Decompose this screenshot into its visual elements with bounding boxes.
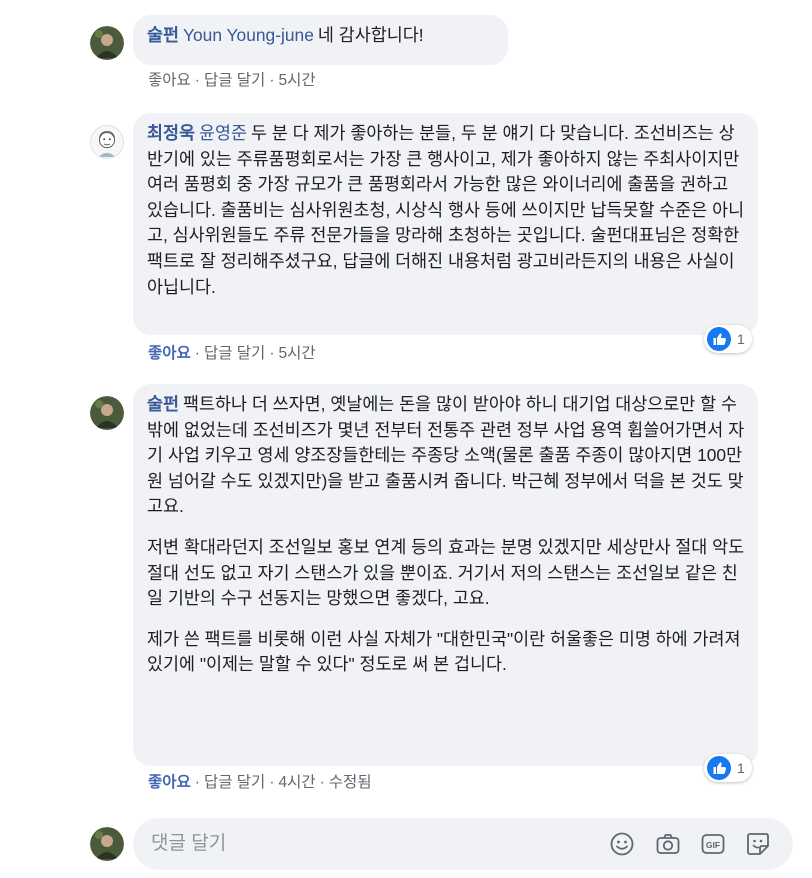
comment-input[interactable] (151, 818, 571, 870)
separator: · (269, 345, 275, 362)
comment-paragraph: 최정욱 윤영준 두 분 다 제가 좋아하는 분들, 두 분 얘기 다 맞습니다. 조… (147, 121, 746, 300)
timestamp[interactable]: 5시간 (278, 345, 315, 362)
sticker-icon[interactable] (745, 831, 771, 857)
comment-mention[interactable]: 윤영준 (199, 123, 247, 143)
like-reaction-icon (707, 327, 731, 351)
avatar-current-user[interactable] (90, 827, 124, 861)
like-link[interactable]: 좋아요 (148, 72, 191, 89)
comment-paragraph: 술펀 팩트하나 더 쓰자면, 옛날에는 돈을 많이 받아야 하니 대기업 대상으로… (147, 392, 746, 520)
separator: · (269, 72, 275, 89)
timestamp[interactable]: 4시간 (278, 774, 315, 791)
separator: · (194, 774, 200, 791)
comment-text: 네 감사합니다! (317, 25, 424, 45)
comment-text: 두 분 다 제가 좋아하는 분들, 두 분 얘기 다 맞습니다. 조선비즈는 상… (147, 123, 745, 297)
reply-link[interactable]: 답글 달기 (204, 72, 265, 89)
comment-actions-3: 좋아요 · 답글 달기 · 4시간 · 수정됨 (148, 770, 372, 792)
separator: · (194, 345, 200, 362)
reaction-count: 1 (737, 760, 745, 776)
separator: · (194, 72, 200, 89)
reaction-summary[interactable]: 1 (704, 325, 752, 353)
separator: · (269, 774, 275, 791)
comment-actions-1: 좋아요 · 답글 달기 · 5시간 (148, 68, 316, 90)
avatar-choi[interactable] (90, 125, 124, 159)
reaction-summary[interactable]: 1 (704, 754, 752, 782)
comment-composer: GIF (133, 818, 793, 870)
comment-author[interactable]: 최정욱 (147, 123, 195, 143)
edited-label[interactable]: 수정됨 (329, 774, 372, 791)
emoji-icon[interactable] (609, 831, 635, 857)
like-link-active[interactable]: 좋아요 (148, 345, 191, 362)
camera-icon[interactable] (655, 831, 681, 857)
gif-icon[interactable]: GIF (700, 831, 726, 857)
comment-paragraph: 저변 확대라던지 조선일보 홍보 연계 등의 효과는 분명 있겠지만 세상만사 … (147, 536, 745, 609)
timestamp[interactable]: 5시간 (278, 72, 315, 89)
comment-mention[interactable]: Youn Young-june (183, 25, 314, 45)
reaction-count: 1 (737, 331, 745, 347)
reply-link[interactable]: 답글 달기 (204, 774, 265, 791)
separator: · (319, 774, 325, 791)
avatar-sulfun-1[interactable] (90, 26, 124, 60)
comment-author[interactable]: 술펀 (147, 394, 179, 414)
like-link-active[interactable]: 좋아요 (148, 774, 191, 791)
comment-bubble-2: 최정욱 윤영준 두 분 다 제가 좋아하는 분들, 두 분 얘기 다 맞습니다. 조… (133, 113, 758, 335)
avatar-sulfun-2[interactable] (90, 396, 124, 430)
comment-text: 팩트하나 더 쓰자면, 옛날에는 돈을 많이 받아야 하니 대기업 대상으로만 … (147, 394, 745, 517)
comment-bubble-3: 술펀 팩트하나 더 쓰자면, 옛날에는 돈을 많이 받아야 하니 대기업 대상으로… (133, 384, 758, 766)
reply-link[interactable]: 답글 달기 (204, 345, 265, 362)
like-reaction-icon (707, 756, 731, 780)
svg-text:GIF: GIF (706, 840, 720, 850)
comment-author[interactable]: 술펀 (147, 25, 179, 45)
comment-actions-2: 좋아요 · 답글 달기 · 5시간 (148, 341, 316, 363)
comment-bubble-1: 술펀 Youn Young-june 네 감사합니다! (133, 15, 508, 65)
comment-paragraph: 제가 쓴 팩트를 비롯해 이런 사실 자체가 "대한민국"이란 허울좋은 미명 … (147, 628, 741, 675)
